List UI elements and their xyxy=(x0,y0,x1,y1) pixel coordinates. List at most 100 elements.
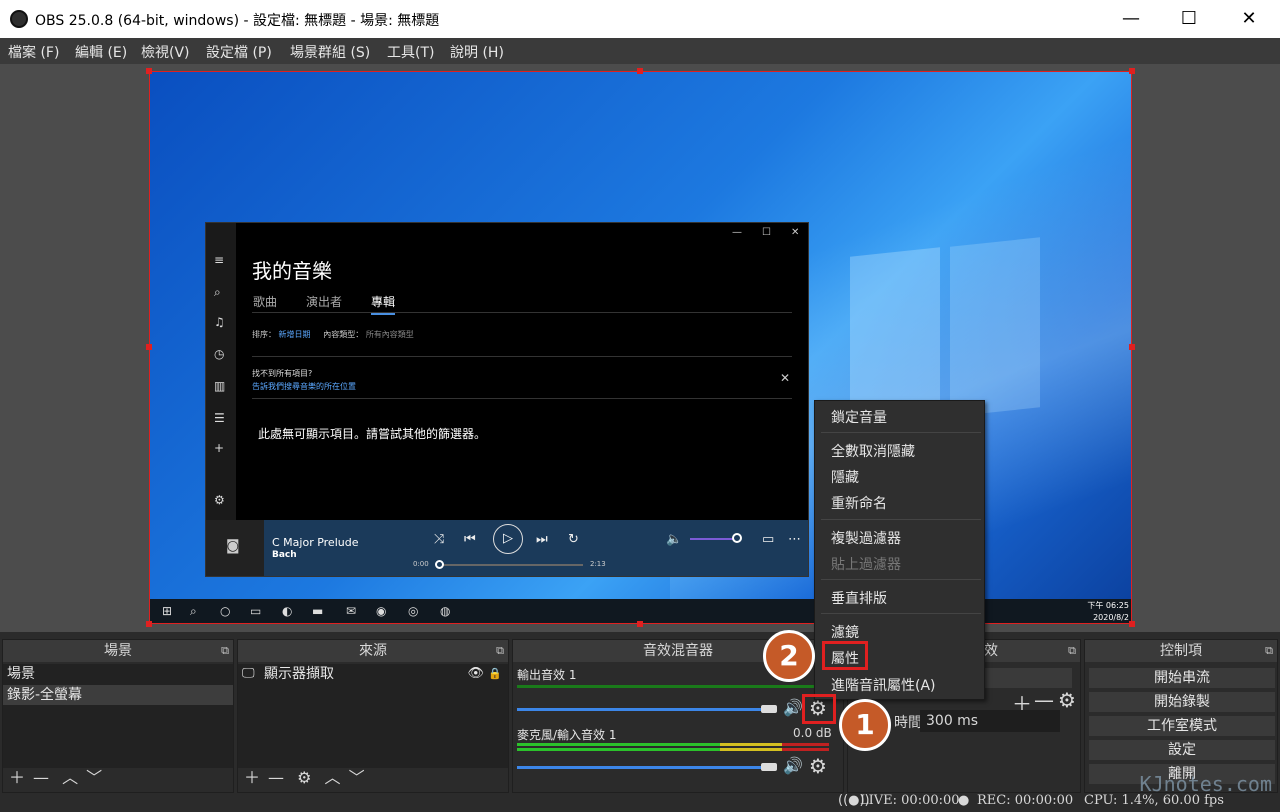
dock-header: 場景 ⧉ xyxy=(3,640,233,662)
remove-icon[interactable]: — xyxy=(1034,688,1054,712)
obs-taskbar-icon: ◎ xyxy=(408,604,419,618)
start-recording-button[interactable]: 開始錄製 xyxy=(1089,692,1275,712)
playlist-icon: ☰ xyxy=(214,411,225,425)
speaker-icon[interactable]: 🔊 xyxy=(783,698,803,717)
eye-icon[interactable]: 👁 xyxy=(467,664,484,684)
taskview-icon: ▭ xyxy=(250,604,262,618)
transition-select[interactable] xyxy=(978,668,1072,688)
studio-mode-button[interactable]: 工作室模式 xyxy=(1089,716,1275,736)
menu-vertical-layout[interactable]: 垂直排版 xyxy=(831,588,887,608)
start-streaming-button[interactable]: 開始串流 xyxy=(1089,668,1275,688)
start-icon: ⊞ xyxy=(162,604,173,618)
dock-title: 場景 xyxy=(104,643,132,659)
taskbar-date: 2020/8/2 xyxy=(1093,613,1129,622)
resize-handle[interactable] xyxy=(637,68,643,74)
tab-artists: 演出者 xyxy=(306,295,343,309)
time-end: 2:13 xyxy=(590,560,606,568)
menu-file[interactable]: 檔案 (F) xyxy=(8,42,59,62)
play-icon: ▷ xyxy=(493,524,523,554)
source-item-label: 顯示器擷取 xyxy=(264,666,334,682)
menu-tools[interactable]: 工具(T) xyxy=(387,42,434,62)
settings-icon: ⚙ xyxy=(214,493,225,507)
menu-help[interactable]: 說明 (H) xyxy=(450,42,504,62)
menu-lock-volume[interactable]: 鎖定音量 xyxy=(831,407,887,427)
resize-handle[interactable] xyxy=(1129,68,1135,74)
empty-message: 此處無可顯示項目。請嘗試其他的篩選器。 xyxy=(258,427,487,441)
audio-meter xyxy=(517,748,829,751)
menu-bar: 檔案 (F) 編輯 (E) 檢視(V) 設定檔 (P) 場景群組 (S) 工具(… xyxy=(0,38,1280,64)
resize-handle[interactable] xyxy=(1129,344,1135,350)
chrome-icon: ◉ xyxy=(376,604,387,618)
menu-scene-collection[interactable]: 場景群組 (S) xyxy=(290,42,370,62)
remove-icon[interactable]: — xyxy=(33,768,49,787)
gear-icon[interactable]: ⚙ xyxy=(809,754,827,778)
scene-item[interactable]: 錄影-全螢幕 xyxy=(3,685,233,705)
source-item[interactable]: 🖵 顯示器擷取 👁 🔒 xyxy=(238,664,508,684)
volume-icon: 🔈 xyxy=(666,532,683,547)
plus-icon: + xyxy=(214,441,225,455)
close-button[interactable]: ✕ xyxy=(1226,0,1272,38)
chart-icon: ▥ xyxy=(214,379,226,393)
notice-title: 找不到所有項目? xyxy=(252,369,313,378)
move-down-icon[interactable]: ﹀ xyxy=(86,768,102,787)
menu-copy-filters[interactable]: 複製過濾器 xyxy=(831,528,901,548)
mail-icon: ✉ xyxy=(346,604,357,618)
menu-edit[interactable]: 編輯 (E) xyxy=(75,42,127,62)
taskbar-clock: 下午 06:25 2020/8/2 xyxy=(1087,600,1129,623)
duration-input[interactable]: 300 ms xyxy=(920,710,1060,732)
highlight-properties xyxy=(822,641,868,670)
mixer-track-name: 麥克風/輸入音效 1 xyxy=(517,728,617,742)
step-badge-1: 1 xyxy=(839,699,891,751)
minimize-icon: — xyxy=(732,227,742,238)
minimize-button[interactable]: — xyxy=(1108,0,1154,38)
slider-knob[interactable] xyxy=(761,763,777,771)
menu-separator xyxy=(821,579,981,580)
add-icon[interactable]: ＋ xyxy=(244,768,260,787)
float-icon[interactable]: ⧉ xyxy=(221,640,229,662)
maximize-button[interactable]: ☐ xyxy=(1166,0,1212,38)
progress-knob xyxy=(435,560,444,569)
settings-button[interactable]: 設定 xyxy=(1089,740,1275,760)
menu-paste-filters: 貼上過濾器 xyxy=(831,557,901,573)
resize-handle[interactable] xyxy=(146,344,152,350)
resize-handle[interactable] xyxy=(146,621,152,627)
obs-logo-icon xyxy=(10,10,28,28)
menu-rename[interactable]: 重新命名 xyxy=(831,493,887,513)
add-icon[interactable]: ＋ xyxy=(9,768,25,787)
menu-separator xyxy=(821,432,981,433)
monitor-icon: 🖵 xyxy=(242,666,255,681)
resize-handle[interactable] xyxy=(146,68,152,74)
menu-hide[interactable]: 隱藏 xyxy=(831,467,859,487)
volume-slider[interactable] xyxy=(517,766,769,769)
missing-items-notice: 找不到所有項目? 告訴我們搜尋音樂的所在位置 xyxy=(252,367,356,393)
menu-filters[interactable]: 濾鏡 xyxy=(831,622,859,642)
volume-knob xyxy=(732,533,742,543)
menu-profile[interactable]: 設定檔 (P) xyxy=(206,42,272,62)
speaker-icon[interactable]: 🔊 xyxy=(783,756,803,775)
resize-handle[interactable] xyxy=(1129,621,1135,627)
float-icon[interactable]: ⧉ xyxy=(1265,640,1273,662)
move-down-icon[interactable]: ﹀ xyxy=(349,768,365,787)
move-up-icon[interactable]: ︿ xyxy=(325,768,341,787)
gear-icon[interactable]: ⚙ xyxy=(1058,688,1076,712)
divider xyxy=(252,398,792,399)
dock-title: 來源 xyxy=(359,643,387,659)
divider xyxy=(252,356,792,357)
menu-view[interactable]: 檢視(V) xyxy=(141,42,190,62)
scene-item[interactable]: 場景 xyxy=(3,664,233,684)
dock-header: 來源 ⧉ xyxy=(238,640,508,662)
slider-knob[interactable] xyxy=(761,705,777,713)
float-icon[interactable]: ⧉ xyxy=(1068,640,1076,662)
float-icon[interactable]: ⧉ xyxy=(496,640,504,662)
gear-icon[interactable]: ⚙ xyxy=(297,768,311,787)
mixer-level: 0.0 dB xyxy=(793,726,832,740)
move-up-icon[interactable]: ︿ xyxy=(62,768,78,787)
music-title: 我的音樂 xyxy=(252,259,332,283)
resize-handle[interactable] xyxy=(637,621,643,627)
remove-icon[interactable]: — xyxy=(268,768,284,787)
lock-icon[interactable]: 🔒 xyxy=(488,664,502,684)
cortana-icon: ○ xyxy=(220,604,231,618)
volume-slider[interactable] xyxy=(517,708,769,711)
menu-advanced-audio-properties[interactable]: 進階音訊屬性(A) xyxy=(831,675,936,695)
menu-unhide-all[interactable]: 全數取消隱藏 xyxy=(831,441,915,461)
